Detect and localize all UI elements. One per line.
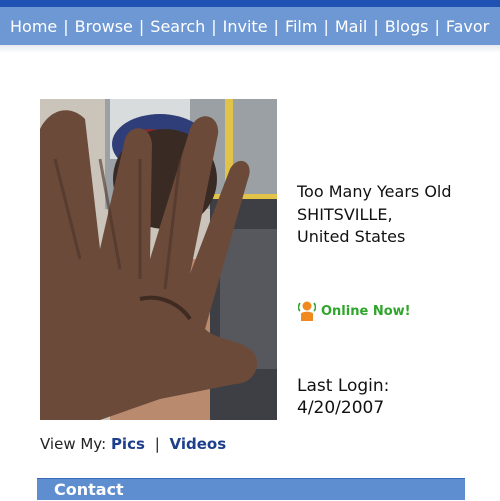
profile-age: Too Many Years Old — [297, 182, 452, 201]
nav-mail-link[interactable]: Mail — [331, 17, 372, 36]
nav-browse-link[interactable]: Browse — [71, 17, 137, 36]
profile-photo[interactable] — [40, 99, 277, 420]
online-person-icon — [298, 301, 316, 321]
view-my-label: View My: — [40, 435, 107, 453]
profile-country: United States — [297, 227, 406, 246]
contact-header: Contact — [37, 478, 465, 500]
nav-home-link[interactable]: Home — [0, 17, 61, 36]
nav-film-link[interactable]: Film — [281, 17, 322, 36]
profile-city: SHITSVILLE, — [297, 204, 393, 224]
last-login: Last Login: 4/20/2007 — [297, 375, 389, 419]
nav-separator: | — [323, 16, 329, 36]
view-my-links: View My: Pics | Videos — [40, 435, 226, 453]
nav-separator: | — [434, 16, 440, 36]
nav-bar: Home | Browse | Search | Invite | Film |… — [0, 7, 500, 45]
profile-details: Too Many Years Old SHITSVILLE, United St… — [297, 181, 452, 249]
last-login-date: 4/20/2007 — [297, 398, 385, 418]
nav-blogs-link[interactable]: Blogs — [381, 17, 433, 36]
online-now-label: Online Now! — [321, 303, 411, 319]
nav-separator: | — [63, 16, 69, 36]
nav-separator: | — [138, 16, 145, 36]
pics-link[interactable]: Pics — [111, 435, 145, 453]
online-status: Online Now! — [298, 300, 411, 322]
view-my-separator: | — [154, 435, 160, 453]
nav-invite-link[interactable]: Invite — [219, 17, 272, 36]
nav-favorites-link[interactable]: Favor — [442, 17, 493, 36]
nav-separator: | — [273, 16, 279, 36]
nav-separator: | — [373, 16, 379, 36]
nav-shadow — [0, 45, 500, 53]
nav-separator: | — [211, 16, 217, 36]
nav-search-link[interactable]: Search — [146, 17, 209, 36]
last-login-label: Last Login: — [297, 376, 390, 396]
videos-link[interactable]: Videos — [170, 435, 227, 453]
profile-photo-image — [40, 99, 277, 420]
top-strip — [0, 0, 500, 7]
